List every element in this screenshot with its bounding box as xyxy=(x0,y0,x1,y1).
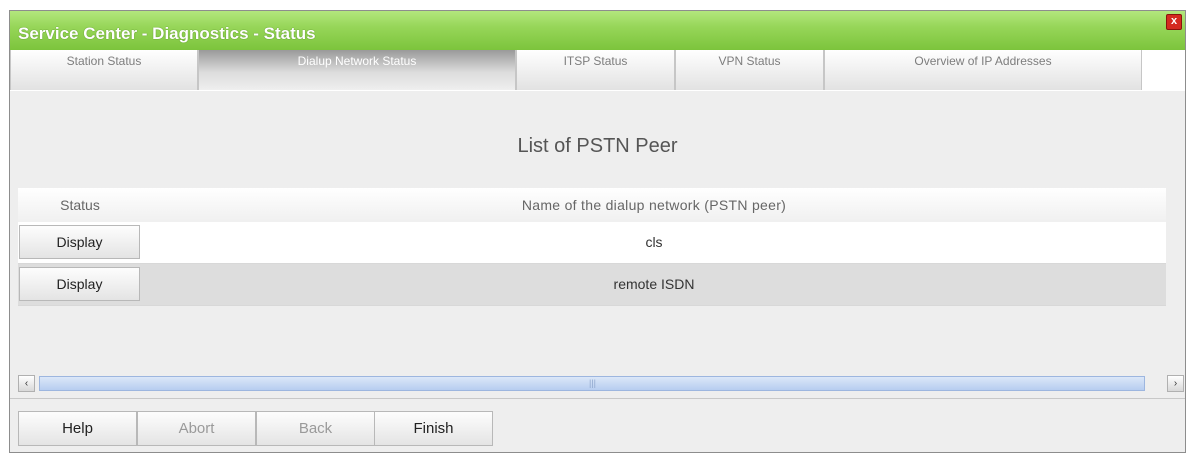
tab-label: Station Status xyxy=(66,54,142,68)
horizontal-scrollbar[interactable]: ‹ ||| › xyxy=(18,375,1185,394)
finish-button[interactable]: Finish xyxy=(374,411,493,446)
tab-bar: Station Status Dialup Network Status ITS… xyxy=(10,50,1185,91)
chevron-right-icon: › xyxy=(1173,378,1178,389)
network-name-cell: cls xyxy=(645,234,663,250)
display-button[interactable]: Display xyxy=(19,225,140,259)
tab-vpn-status[interactable]: VPN Status xyxy=(675,50,824,90)
close-icon: x xyxy=(1170,15,1178,27)
chevron-left-icon: ‹ xyxy=(24,378,29,389)
scroll-left-button[interactable]: ‹ xyxy=(18,375,35,392)
tab-station-status[interactable]: Station Status xyxy=(10,50,198,90)
window-title: Service Center - Diagnostics - Status xyxy=(18,24,316,43)
table-row: Display cls xyxy=(18,222,1166,264)
tab-label: Dialup Network Status xyxy=(297,54,417,68)
scroll-right-button[interactable]: › xyxy=(1167,375,1184,392)
service-center-window: Service Center - Diagnostics - Status x … xyxy=(9,10,1186,453)
pstn-peer-table: Status Name of the dialup network (PSTN … xyxy=(18,188,1166,306)
tab-overview-ip-addresses[interactable]: Overview of IP Addresses xyxy=(824,50,1142,90)
tab-dialup-network-status[interactable]: Dialup Network Status xyxy=(198,50,516,90)
tab-itsp-status[interactable]: ITSP Status xyxy=(516,50,675,90)
display-button[interactable]: Display xyxy=(19,267,140,301)
help-button[interactable]: Help xyxy=(18,411,137,446)
grip-icon: ||| xyxy=(589,378,597,388)
footer-bar: Help Abort Back Finish xyxy=(10,398,1185,452)
table-header: Status Name of the dialup network (PSTN … xyxy=(18,188,1166,222)
close-button[interactable]: x xyxy=(1166,14,1182,30)
main-content: List of PSTN Peer Status Name of the dia… xyxy=(10,91,1185,371)
tab-label: Overview of IP Addresses xyxy=(914,54,1052,68)
tab-label: ITSP Status xyxy=(563,54,628,68)
header-network-name: Name of the dialup network (PSTN peer) xyxy=(521,197,787,213)
network-name-cell: remote ISDN xyxy=(613,276,695,292)
abort-button: Abort xyxy=(137,411,256,446)
title-bar: Service Center - Diagnostics - Status x xyxy=(10,11,1185,50)
page-heading: List of PSTN Peer xyxy=(517,135,678,157)
table-row: Display remote ISDN xyxy=(18,264,1166,306)
header-status: Status xyxy=(60,197,100,213)
tab-label: VPN Status xyxy=(718,54,781,68)
back-button: Back xyxy=(256,411,375,446)
scroll-thumb[interactable]: ||| xyxy=(39,376,1145,391)
